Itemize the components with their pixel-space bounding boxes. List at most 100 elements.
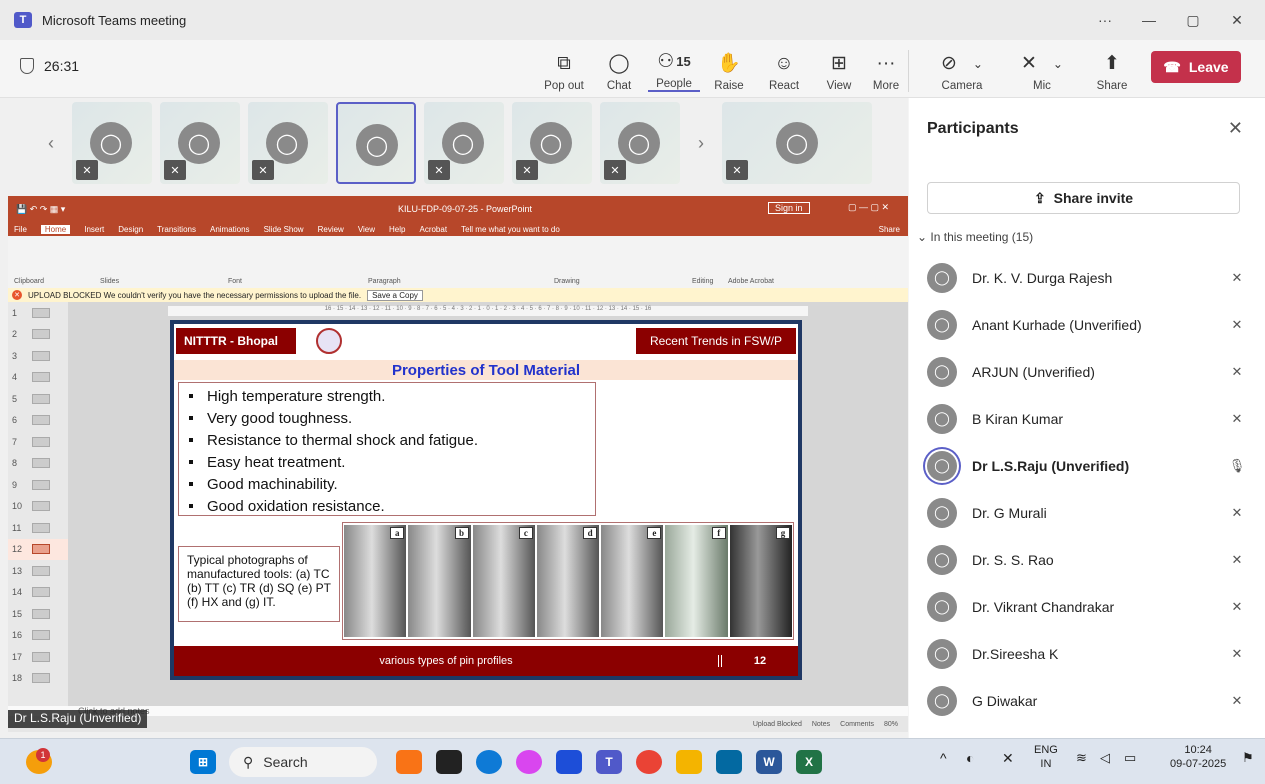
slide-thumbnail[interactable]: 4 [8, 367, 68, 389]
slide-thumbnail[interactable]: 10 [8, 496, 68, 518]
participant-tile[interactable]: ◯ ✕ [600, 102, 680, 184]
zoom-level[interactable]: 80% [884, 721, 898, 728]
task-view-icon[interactable] [436, 750, 462, 774]
in-meeting-section[interactable]: ⌄ In this meeting (15) [917, 230, 1033, 244]
slide-thumbnail[interactable]: 13 [8, 560, 68, 582]
slide-thumbnail[interactable]: 6 [8, 410, 68, 432]
language-indicator[interactable]: ENG IN [1034, 743, 1058, 771]
ppt-tab-animations[interactable]: Animations [210, 225, 250, 234]
chrome-icon[interactable] [636, 750, 662, 774]
mic-button[interactable]: ✕ ⌄ Mic [1016, 46, 1068, 93]
ppt-tab-design[interactable]: Design [118, 225, 143, 234]
popout-button[interactable]: ⧉ Pop out [538, 46, 590, 93]
participant-tile[interactable]: ◯ ✕ [160, 102, 240, 184]
ppt-tab-file[interactable]: File [14, 225, 27, 234]
more-button[interactable]: ··· More [860, 46, 912, 93]
share-invite-button[interactable]: ⇪ Share invite [927, 182, 1240, 214]
slide-thumbnail[interactable]: 14 [8, 582, 68, 604]
mic-muted-icon[interactable]: ✕ [1002, 751, 1014, 765]
maximize-button[interactable]: ▢ [1171, 0, 1215, 40]
ppt-tab-slideshow[interactable]: Slide Show [264, 225, 304, 234]
windows-start-icon[interactable]: ⊞ [190, 750, 216, 774]
teams-icon[interactable]: T [596, 750, 622, 774]
ppt-tab-home[interactable]: Home [40, 224, 71, 234]
widget-icon[interactable] [396, 750, 422, 774]
view-button[interactable]: ⊞ View [813, 46, 865, 93]
slide-thumbnail[interactable]: 3 [8, 345, 68, 367]
tray-app-icon[interactable]: ◐ [966, 751, 974, 765]
slide-thumbnail[interactable]: 1 [8, 302, 68, 324]
chevron-down-icon[interactable]: ⌄ [1053, 54, 1063, 74]
participant-row[interactable]: ◯ B Kiran Kumar ✕ [927, 395, 1247, 442]
dell-icon[interactable] [716, 750, 742, 774]
clock[interactable]: 10:24 09-07-2025 [1170, 743, 1226, 771]
slide-canvas[interactable]: NITTTR - Bhopal Recent Trends in FSW/P P… [170, 320, 802, 680]
slide-thumbnail[interactable]: 15 [8, 603, 68, 625]
photos-icon[interactable] [516, 750, 542, 774]
participant-row[interactable]: ◯ Dr.Sireesha K ✕ [927, 630, 1247, 677]
chat-button[interactable]: ◯ Chat [593, 46, 645, 93]
participant-tile[interactable]: ◯ ✕ [512, 102, 592, 184]
slide-thumbnail[interactable]: 8 [8, 453, 68, 475]
notification-icon[interactable]: ⚑ [1242, 751, 1254, 765]
ppt-tab-acrobat[interactable]: Acrobat [419, 225, 447, 234]
participant-row[interactable]: ◯ Anant Kurhade (Unverified) ✕ [927, 301, 1247, 348]
ppt-tell-me[interactable]: Tell me what you want to do [461, 225, 560, 234]
taskbar-search[interactable]: ⚲ Search [229, 747, 377, 777]
edge-icon[interactable] [476, 750, 502, 774]
react-button[interactable]: ☺ React [758, 46, 810, 93]
volume-icon[interactable]: ◁ [1100, 751, 1110, 765]
chevron-up-icon[interactable]: ^ [940, 751, 947, 765]
ppt-tab-insert[interactable]: Insert [84, 225, 104, 234]
participant-tile[interactable]: ◯ ✕ [248, 102, 328, 184]
word-icon[interactable]: W [756, 750, 782, 774]
participant-row[interactable]: ◯ Dr. Vikrant Chandrakar ✕ [927, 583, 1247, 630]
ppt-tab-view[interactable]: View [358, 225, 375, 234]
ppt-tab-transitions[interactable]: Transitions [157, 225, 196, 234]
chevron-down-icon[interactable]: ⌄ [973, 54, 983, 74]
participant-tile[interactable]: ◯ ✕ [72, 102, 152, 184]
ppt-signin-button[interactable]: Sign in [768, 202, 810, 214]
excel-icon[interactable]: X [796, 750, 822, 774]
close-icon[interactable]: ✕ [1228, 118, 1243, 139]
share-button[interactable]: ⬆ Share [1086, 46, 1138, 93]
comments-toggle[interactable]: Comments [840, 721, 874, 728]
save-copy-button[interactable]: Save a Copy [367, 289, 423, 301]
slide-thumbnail[interactable]: 7 [8, 431, 68, 453]
mic-muted-icon: ✕ [516, 160, 538, 180]
slide-thumbnail[interactable]: 17 [8, 646, 68, 668]
file-explorer-icon[interactable] [676, 750, 702, 774]
minimize-button[interactable]: — [1127, 0, 1171, 40]
participant-tile[interactable]: ◯ ✕ [424, 102, 504, 184]
slide-thumbnail[interactable]: 12 [8, 538, 68, 560]
participant-row[interactable]: ◯ Dr L.S.Raju (Unverified) 🎙 [927, 442, 1247, 489]
store-icon[interactable] [556, 750, 582, 774]
slide-thumbnail[interactable]: 2 [8, 324, 68, 346]
participant-row[interactable]: ◯ G Diwakar ✕ [927, 677, 1247, 724]
raise-hand-button[interactable]: ✋ Raise [703, 46, 755, 93]
ppt-share[interactable]: Share [879, 225, 900, 234]
more-options-button[interactable]: ··· [1083, 0, 1127, 40]
chevron-left-icon[interactable]: ‹ [36, 102, 66, 184]
ppt-tab-help[interactable]: Help [389, 225, 405, 234]
leave-button[interactable]: ☎ Leave [1151, 51, 1241, 83]
ppt-tab-review[interactable]: Review [318, 225, 344, 234]
slide-thumbnail[interactable]: 9 [8, 474, 68, 496]
participant-row[interactable]: ◯ ARJUN (Unverified) ✕ [927, 348, 1247, 395]
chevron-right-icon[interactable]: › [686, 102, 716, 184]
slide-thumbnail[interactable]: 16 [8, 625, 68, 647]
people-button[interactable]: ⚇ 15 People [648, 46, 700, 92]
participant-row[interactable]: ◯ Dr. S. S. Rao ✕ [927, 536, 1247, 583]
camera-button[interactable]: ⊘ ⌄ Camera [936, 46, 988, 93]
wifi-icon[interactable]: ≋ [1076, 751, 1087, 765]
slide-thumbnail[interactable]: 5 [8, 388, 68, 410]
notes-toggle[interactable]: Notes [812, 721, 830, 728]
close-window-button[interactable]: ✕ [1215, 0, 1259, 40]
slide-thumbnail[interactable]: 18 [8, 668, 68, 690]
participant-tile-speaking[interactable]: ◯ [336, 102, 416, 184]
slide-thumbnail[interactable]: 11 [8, 517, 68, 539]
participant-row[interactable]: ◯ Dr. K. V. Durga Rajesh ✕ [927, 254, 1247, 301]
battery-icon[interactable]: ▭ [1124, 751, 1136, 765]
participant-tile[interactable]: ◯ ✕ [722, 102, 872, 184]
participant-row[interactable]: ◯ Dr. G Murali ✕ [927, 489, 1247, 536]
